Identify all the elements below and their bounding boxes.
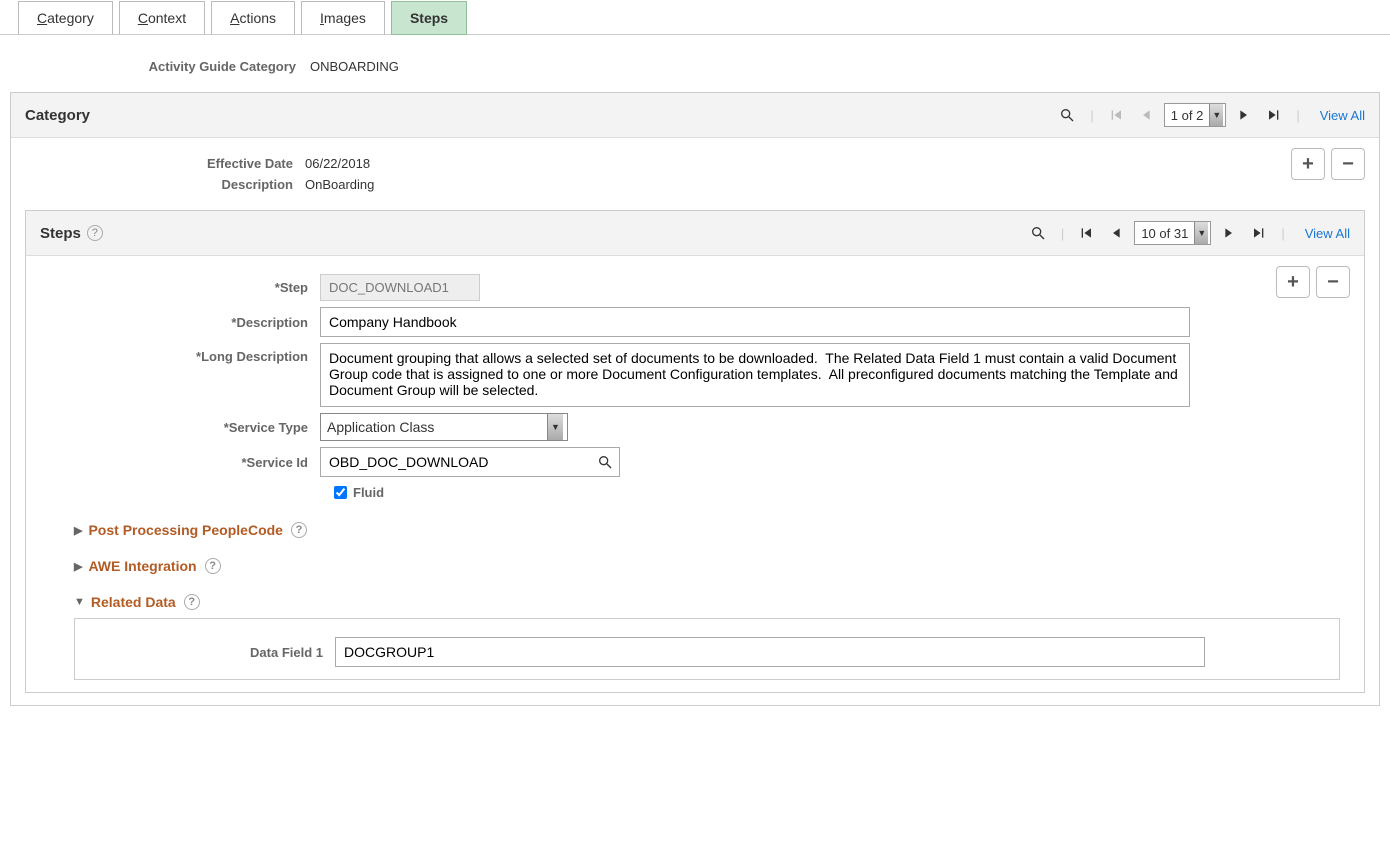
last-icon[interactable]	[1260, 103, 1286, 127]
step-description-label: *Description	[40, 315, 320, 330]
delete-row-button[interactable]: −	[1331, 148, 1365, 180]
view-all-link[interactable]: View All	[1310, 108, 1365, 123]
nav-separator: |	[1055, 226, 1070, 241]
steps-pager-select[interactable]: 10 of 31 ▼	[1134, 221, 1211, 245]
add-row-button[interactable]: +	[1276, 266, 1310, 298]
data-field-1-input[interactable]	[335, 637, 1205, 667]
search-icon[interactable]	[1054, 103, 1080, 127]
category-pager-text: 1 of 2	[1171, 108, 1204, 123]
steps-pager-text: 10 of 31	[1141, 226, 1188, 241]
long-description-label: *Long Description	[40, 343, 320, 364]
tab-category-label: Category	[37, 10, 94, 26]
service-type-label: *Service Type	[40, 420, 320, 435]
search-icon[interactable]	[1025, 221, 1051, 245]
prev-icon[interactable]	[1134, 103, 1160, 127]
category-section-body: + − Effective Date 06/22/2018 Descriptio…	[11, 138, 1379, 705]
first-icon[interactable]	[1074, 221, 1100, 245]
steps-section: Steps ? | 10 of 31 ▼	[25, 210, 1365, 693]
tab-context-label: Context	[138, 10, 186, 26]
steps-section-header: Steps ? | 10 of 31 ▼	[26, 211, 1364, 256]
category-nav: | 1 of 2 ▼ | View All	[1054, 103, 1365, 127]
tab-context[interactable]: Context	[119, 1, 205, 35]
fluid-checkbox[interactable]	[334, 486, 347, 499]
steps-section-title: Steps	[40, 225, 81, 242]
related-data-body: Data Field 1	[74, 618, 1340, 680]
page-header: Activity Guide Category ONBOARDING	[0, 35, 1390, 92]
tab-actions[interactable]: Actions	[211, 1, 295, 35]
nav-separator: |	[1084, 108, 1099, 123]
post-processing-label: Post Processing PeopleCode	[88, 522, 283, 538]
tab-actions-label: Actions	[230, 10, 276, 26]
help-icon[interactable]: ?	[184, 594, 200, 610]
step-label: *Step	[40, 280, 320, 295]
post-processing-header[interactable]: ▶ Post Processing PeopleCode ?	[74, 522, 1350, 538]
activity-guide-category-label: Activity Guide Category	[0, 59, 310, 74]
nav-separator: |	[1290, 108, 1305, 123]
fluid-label: Fluid	[353, 485, 384, 500]
steps-nav: | 10 of 31 ▼	[1025, 221, 1350, 245]
tab-steps[interactable]: Steps	[391, 1, 467, 35]
effective-date-value: 06/22/2018	[305, 156, 370, 171]
delete-row-button[interactable]: −	[1316, 266, 1350, 298]
tabs-bar: Category Context Actions Images Steps	[0, 0, 1390, 35]
chevron-down-icon: ▼	[547, 414, 563, 440]
data-field-1-label: Data Field 1	[89, 645, 335, 660]
add-row-button[interactable]: +	[1291, 148, 1325, 180]
service-type-value: Application Class	[327, 419, 434, 435]
activity-guide-category-value: ONBOARDING	[310, 59, 399, 74]
description-value: OnBoarding	[305, 177, 374, 192]
service-id-input[interactable]	[321, 448, 591, 476]
related-data-label: Related Data	[91, 594, 176, 610]
last-icon[interactable]	[1245, 221, 1271, 245]
view-all-link[interactable]: View All	[1295, 226, 1350, 241]
first-icon[interactable]	[1104, 103, 1130, 127]
awe-integration-label: AWE Integration	[88, 558, 196, 574]
service-id-lookup	[320, 447, 620, 477]
tab-images[interactable]: Images	[301, 1, 385, 35]
help-icon[interactable]: ?	[205, 558, 221, 574]
prev-icon[interactable]	[1104, 221, 1130, 245]
awe-integration-header[interactable]: ▶ AWE Integration ?	[74, 558, 1350, 574]
chevron-down-icon: ▼	[1209, 104, 1223, 126]
step-description-input[interactable]	[320, 307, 1190, 337]
collapse-icon: ▼	[74, 596, 85, 608]
expand-icon: ▶	[74, 524, 82, 537]
tab-steps-label: Steps	[410, 10, 448, 26]
category-pager-select[interactable]: 1 of 2 ▼	[1164, 103, 1227, 127]
help-icon[interactable]: ?	[87, 225, 103, 241]
description-label: Description	[25, 177, 305, 192]
related-data-header[interactable]: ▼ Related Data ?	[74, 594, 1350, 610]
tab-category[interactable]: Category	[18, 1, 113, 35]
expand-icon: ▶	[74, 560, 82, 573]
next-icon[interactable]	[1215, 221, 1241, 245]
category-section-header: Category | 1 of 2 ▼ | View	[11, 93, 1379, 138]
nav-separator: |	[1275, 226, 1290, 241]
service-type-select[interactable]: Application Class ▼	[320, 413, 568, 441]
steps-section-body: + − *Step DOC_DOWNLOAD1 *Description *Lo…	[26, 256, 1364, 692]
lookup-icon[interactable]	[591, 448, 619, 476]
category-section: Category | 1 of 2 ▼ | View	[10, 92, 1380, 706]
chevron-down-icon: ▼	[1194, 222, 1208, 244]
effective-date-label: Effective Date	[25, 156, 305, 171]
long-description-input[interactable]	[320, 343, 1190, 407]
service-id-label: *Service Id	[40, 455, 320, 470]
next-icon[interactable]	[1230, 103, 1256, 127]
step-value: DOC_DOWNLOAD1	[320, 274, 480, 301]
category-section-title: Category	[25, 107, 90, 124]
tab-images-label: Images	[320, 10, 366, 26]
help-icon[interactable]: ?	[291, 522, 307, 538]
